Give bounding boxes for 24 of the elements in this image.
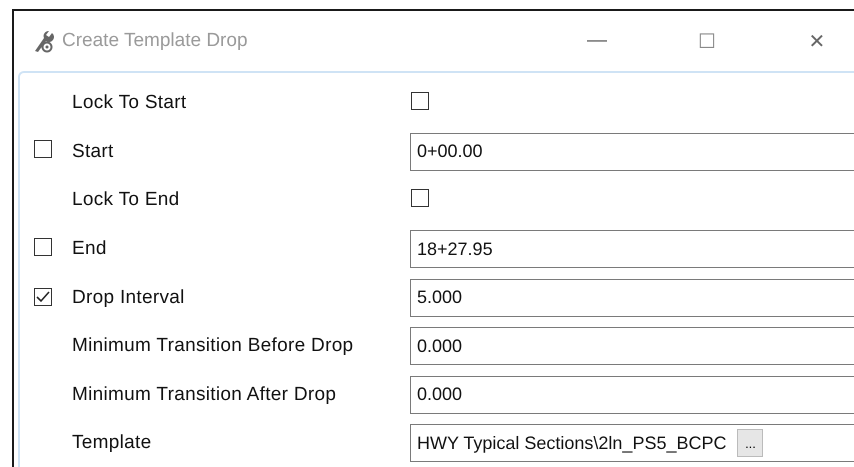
wrench-gear-icon <box>32 29 54 53</box>
input-field[interactable]: 18+27.95 <box>410 230 854 268</box>
enable-checkbox[interactable] <box>34 238 52 256</box>
field-label: End <box>72 238 108 260</box>
field-label: Lock To End <box>72 189 181 212</box>
window-title: Create Template Drop <box>62 30 248 52</box>
input-field[interactable]: 0.000 <box>410 327 854 366</box>
minimize-button[interactable]: — <box>542 28 652 54</box>
checkbox[interactable] <box>411 92 429 110</box>
input-field[interactable]: 5.000 <box>410 278 854 317</box>
field-label: Minimum Transition Before Drop <box>72 335 354 358</box>
browse-button[interactable]: ... <box>737 429 764 458</box>
field-label: Minimum Transition After Drop <box>72 384 338 406</box>
field-label: Lock To Start <box>72 92 188 114</box>
input-field[interactable]: HWY Typical Sections\2ln_PS5_BCPC ... <box>410 424 854 462</box>
field-label: Start <box>72 140 115 163</box>
close-button[interactable]: ✕ <box>762 28 854 54</box>
input-field[interactable]: 0+00.00 <box>410 132 854 171</box>
enable-checkbox[interactable] <box>34 288 52 306</box>
enable-checkbox[interactable] <box>34 140 52 158</box>
field-label: Drop Interval <box>72 286 186 309</box>
checkbox[interactable] <box>411 188 429 207</box>
field-label: Template <box>72 432 152 454</box>
input-field[interactable]: 0.000 <box>410 376 854 414</box>
